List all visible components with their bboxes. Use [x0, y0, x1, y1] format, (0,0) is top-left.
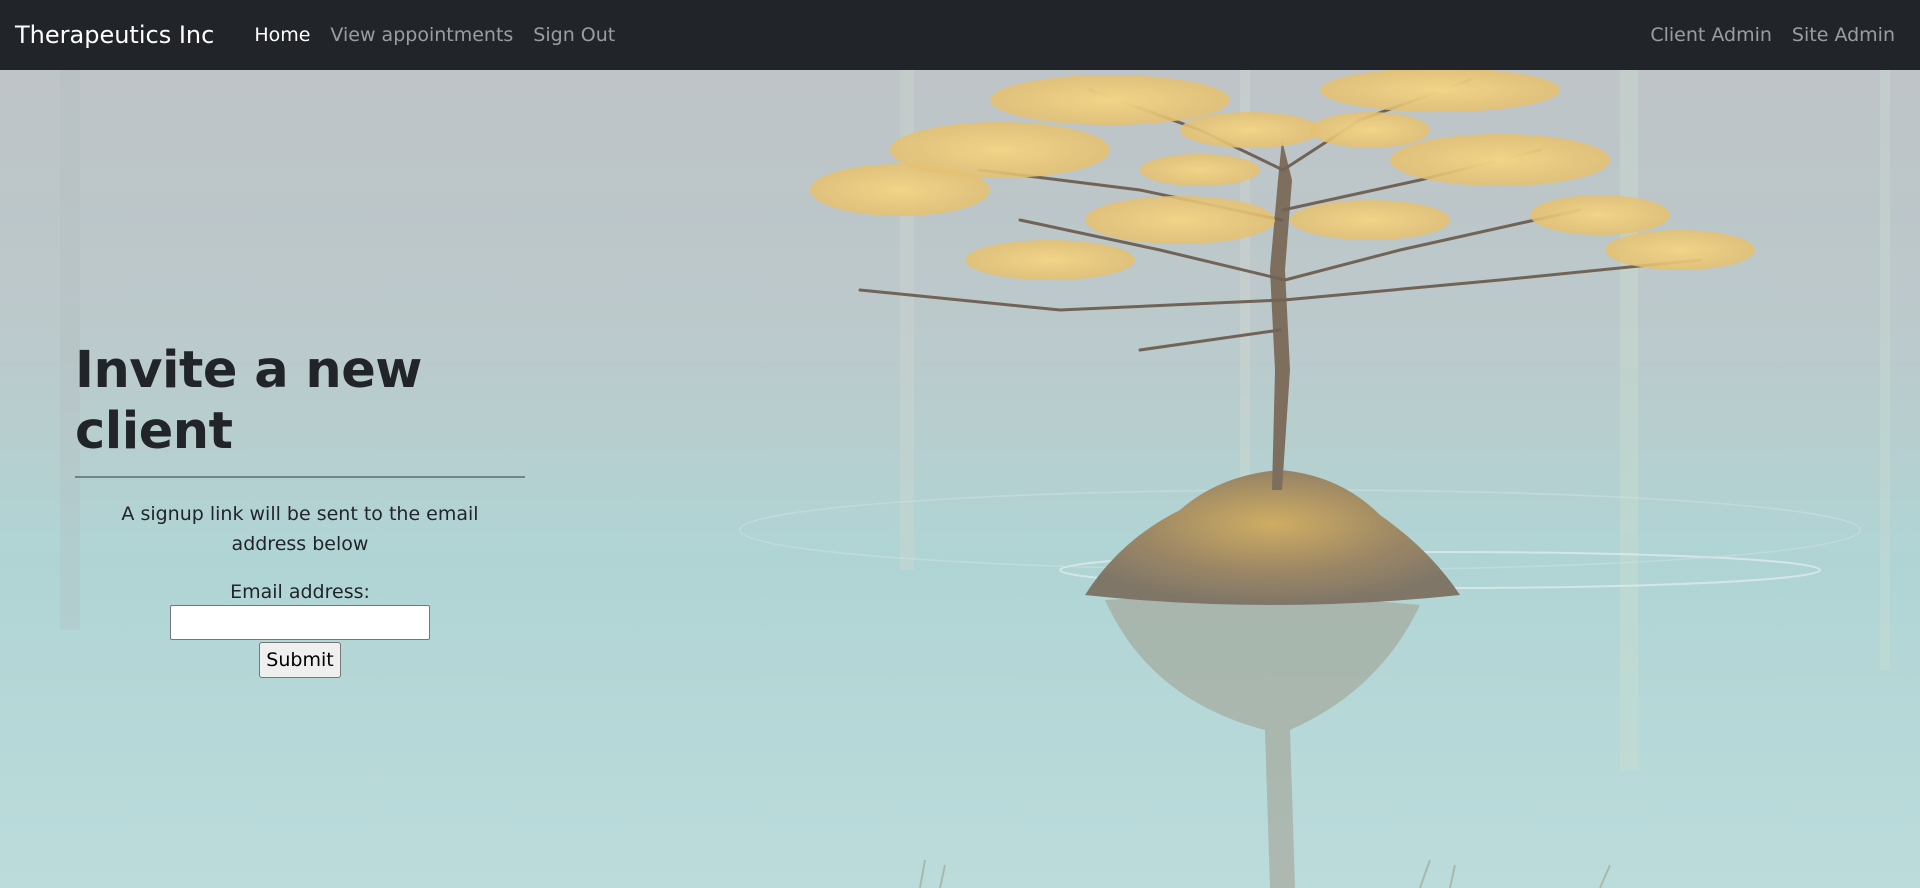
hero-section: Invite a new client A signup link will b… [0, 70, 1920, 888]
page-title: Invite a new client [75, 341, 422, 462]
nav-right-links: Client Admin Site Admin [1640, 24, 1905, 46]
nav-link-view-appointments[interactable]: View appointments [320, 24, 523, 46]
nav-left-links: Home View appointments Sign Out [244, 24, 625, 46]
nav-link-sign-out[interactable]: Sign Out [523, 24, 625, 46]
invite-panel: Invite a new client A signup link will b… [75, 340, 525, 679]
nav-link-client-admin[interactable]: Client Admin [1640, 24, 1782, 46]
submit-button[interactable]: Submit [259, 642, 341, 679]
nav-link-home[interactable]: Home [244, 24, 320, 46]
email-label: Email address: [230, 581, 370, 604]
nav-link-site-admin[interactable]: Site Admin [1782, 24, 1905, 46]
top-navbar: Therapeutics Inc Home View appointments … [0, 0, 1920, 70]
title-divider [75, 476, 525, 479]
invite-form: Email address: Submit [75, 581, 525, 679]
email-input[interactable] [170, 605, 430, 641]
brand-link[interactable]: Therapeutics Inc [15, 21, 214, 49]
invite-description: A signup link will be sent to the email … [121, 503, 479, 555]
